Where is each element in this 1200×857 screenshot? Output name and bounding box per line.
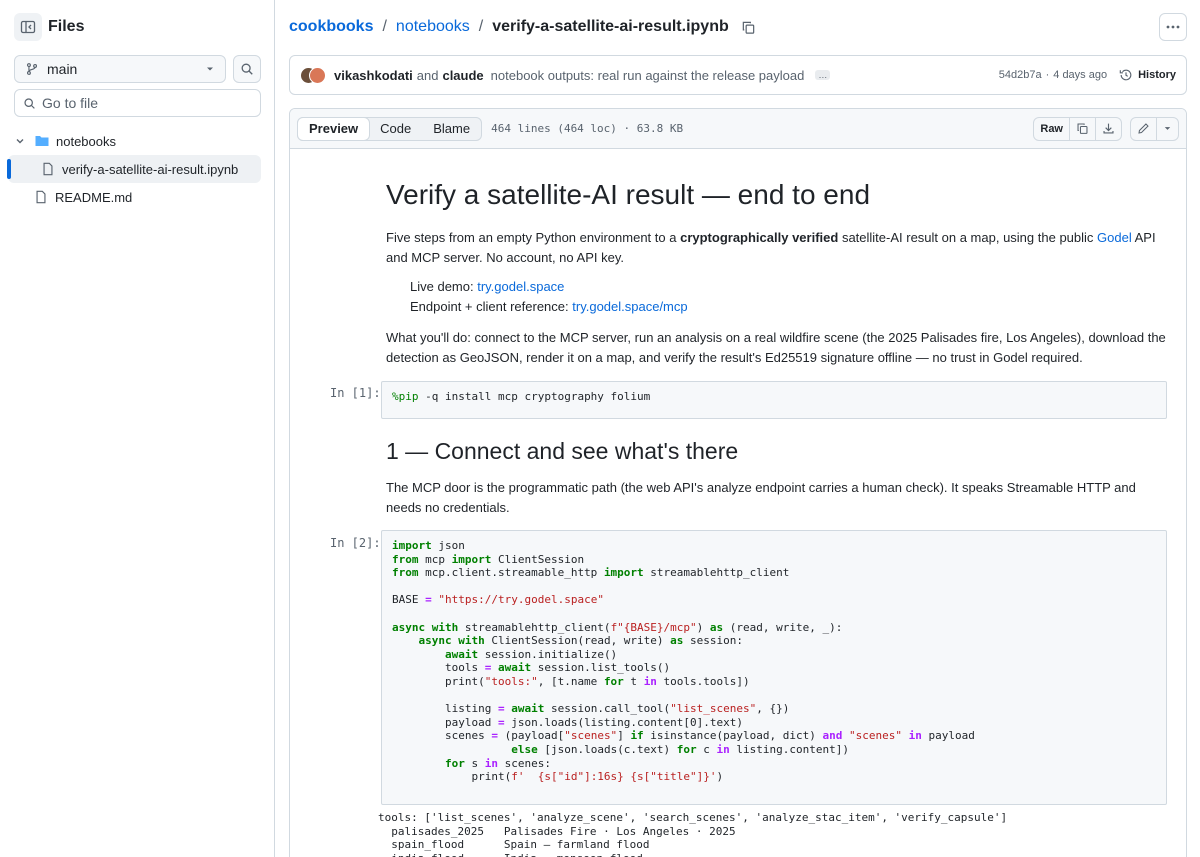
avatar[interactable] bbox=[309, 66, 326, 84]
intro-paragraph: Five steps from an empty Python environm… bbox=[386, 228, 1166, 267]
file-icon bbox=[43, 162, 53, 176]
commit-message-link[interactable]: notebook outputs: real run against the r… bbox=[491, 68, 805, 83]
branch-selector[interactable]: main bbox=[14, 55, 226, 83]
branch-name: main bbox=[47, 61, 78, 77]
copy-path-button[interactable] bbox=[741, 20, 756, 35]
copy-raw-button[interactable] bbox=[1069, 117, 1095, 140]
breadcrumb-separator: / bbox=[382, 18, 387, 35]
breadcrumb: cookbooks / notebooks / verify-a-satelli… bbox=[289, 14, 756, 40]
cell-prompt: In [2]: bbox=[330, 536, 381, 550]
history-icon bbox=[1119, 69, 1132, 81]
tree-item-notebook-file[interactable]: verify-a-satellite-ai-result.ipynb bbox=[7, 155, 261, 183]
breadcrumb-folder-link[interactable]: notebooks bbox=[396, 18, 470, 36]
links-list: Live demo: try.godel.space Endpoint + cl… bbox=[410, 277, 688, 317]
search-icon bbox=[24, 97, 35, 109]
file-viewer: Preview Code Blame 464 lines (464 loc) ·… bbox=[289, 108, 1187, 857]
live-demo-label: Live demo: bbox=[410, 279, 478, 294]
download-button[interactable] bbox=[1095, 117, 1121, 140]
breadcrumb-repo-link[interactable]: cookbooks bbox=[289, 18, 373, 36]
raw-button[interactable]: Raw bbox=[1034, 118, 1069, 140]
search-icon bbox=[241, 63, 253, 75]
pencil-icon bbox=[1138, 123, 1149, 134]
branch-row: main bbox=[14, 55, 261, 83]
tree-item-label: README.md bbox=[55, 189, 133, 205]
kebab-horizontal-icon bbox=[1166, 25, 1180, 29]
intro-text: satellite-AI result on a map, using the … bbox=[838, 230, 1098, 245]
sidebar-title: Files bbox=[48, 18, 85, 35]
list-item: Live demo: try.godel.space bbox=[410, 277, 688, 297]
breadcrumb-current-file: verify-a-satellite-ai-result.ipynb bbox=[492, 18, 729, 35]
endpoint-label: Endpoint + client reference: bbox=[410, 299, 573, 314]
commit-meta: 54d2b7a · 4 days ago History bbox=[999, 68, 1176, 82]
section-heading: 1 — Connect and see what's there bbox=[386, 438, 739, 464]
code-cell[interactable]: %pip -q install mcp cryptography folium bbox=[381, 381, 1167, 419]
history-button[interactable]: History bbox=[1119, 68, 1176, 82]
commit-age: 4 days ago bbox=[1053, 69, 1108, 81]
list-item: Endpoint + client reference: try.godel.s… bbox=[410, 297, 688, 317]
edit-group bbox=[1130, 116, 1179, 141]
copy-icon bbox=[1077, 123, 1088, 134]
endpoint-link[interactable]: try.godel.space/mcp bbox=[572, 299, 687, 314]
commit-author-link[interactable]: vikashkodati bbox=[334, 68, 413, 83]
intro-bold: cryptographically verified bbox=[680, 230, 839, 245]
sidebar-header: Files bbox=[14, 13, 84, 41]
view-mode-tabs: Preview Code Blame bbox=[297, 116, 483, 141]
file-icon bbox=[36, 190, 46, 204]
more-options-button[interactable] bbox=[1159, 13, 1187, 41]
sidebar-collapse-icon bbox=[20, 20, 36, 34]
cell-output: tools: ['list_scenes', 'analyze_scene', … bbox=[378, 811, 1008, 857]
code-cell[interactable]: import json from mcp import ClientSessio… bbox=[381, 530, 1167, 805]
go-to-file-field[interactable] bbox=[14, 89, 261, 117]
edit-file-button[interactable] bbox=[1131, 118, 1156, 140]
file-tree-sidebar: Files main notebooks verify-a-satellite-… bbox=[0, 0, 275, 857]
raw-copy-download-group: Raw bbox=[1033, 116, 1122, 141]
triangle-down-icon bbox=[1164, 127, 1171, 130]
tree-item-label: notebooks bbox=[56, 133, 116, 149]
tree-item-label: verify-a-satellite-ai-result.ipynb bbox=[62, 161, 239, 177]
chevron-down-icon[interactable] bbox=[14, 135, 26, 147]
cell-source: import json from mcp import ClientSessio… bbox=[392, 539, 975, 784]
expand-commit-message-button[interactable]: … bbox=[815, 70, 831, 80]
section-paragraph: The MCP door is the programmatic path (t… bbox=[386, 480, 1136, 515]
search-files-button[interactable] bbox=[233, 55, 261, 83]
commit-dot: · bbox=[1045, 69, 1050, 81]
tree-item-readme[interactable]: README.md bbox=[8, 183, 261, 211]
commit-and-text: and bbox=[416, 67, 439, 83]
tab-blame[interactable]: Blame bbox=[422, 118, 481, 140]
breadcrumb-separator: / bbox=[478, 18, 484, 35]
cell-prompt: In [1]: bbox=[330, 386, 381, 400]
edit-more-button[interactable] bbox=[1156, 117, 1178, 140]
latest-commit-bar: vikashkodati and claude notebook outputs… bbox=[289, 55, 1187, 95]
collapse-sidebar-button[interactable] bbox=[14, 13, 42, 41]
file-header: Preview Code Blame 464 lines (464 loc) ·… bbox=[290, 109, 1186, 149]
author-avatars[interactable] bbox=[300, 66, 326, 84]
git-branch-icon bbox=[26, 63, 38, 75]
what-paragraph: What you'll do: connect to the MCP serve… bbox=[386, 330, 1166, 365]
main-content: cookbooks / notebooks / verify-a-satelli… bbox=[289, 0, 1187, 857]
file-actions: Raw bbox=[1033, 116, 1179, 141]
tab-code[interactable]: Code bbox=[369, 118, 422, 140]
file-info: 464 lines (464 loc) · 63.8 KB bbox=[491, 122, 684, 135]
go-to-file-input[interactable] bbox=[42, 95, 242, 111]
tab-preview[interactable]: Preview bbox=[297, 116, 371, 141]
intro-text: Five steps from an empty Python environm… bbox=[386, 230, 681, 245]
commit-coauthor-link[interactable]: claude bbox=[442, 68, 483, 83]
notebook-title: Verify a satellite-AI result — end to en… bbox=[386, 179, 871, 210]
commit-sha-link[interactable]: 54d2b7a bbox=[999, 69, 1042, 81]
tree-item-notebooks[interactable]: notebooks bbox=[8, 127, 261, 155]
folder-open-icon bbox=[35, 136, 49, 146]
download-icon bbox=[1103, 123, 1114, 134]
chevron-down-icon bbox=[207, 67, 213, 71]
file-tree: notebooks verify-a-satellite-ai-result.i… bbox=[7, 127, 261, 211]
cell-source: %pip -q install mcp cryptography folium bbox=[392, 390, 651, 403]
godel-link[interactable]: Godel bbox=[1097, 230, 1132, 245]
history-label: History bbox=[1138, 69, 1176, 81]
copy-icon bbox=[742, 21, 754, 34]
live-demo-link[interactable]: try.godel.space bbox=[477, 279, 564, 294]
